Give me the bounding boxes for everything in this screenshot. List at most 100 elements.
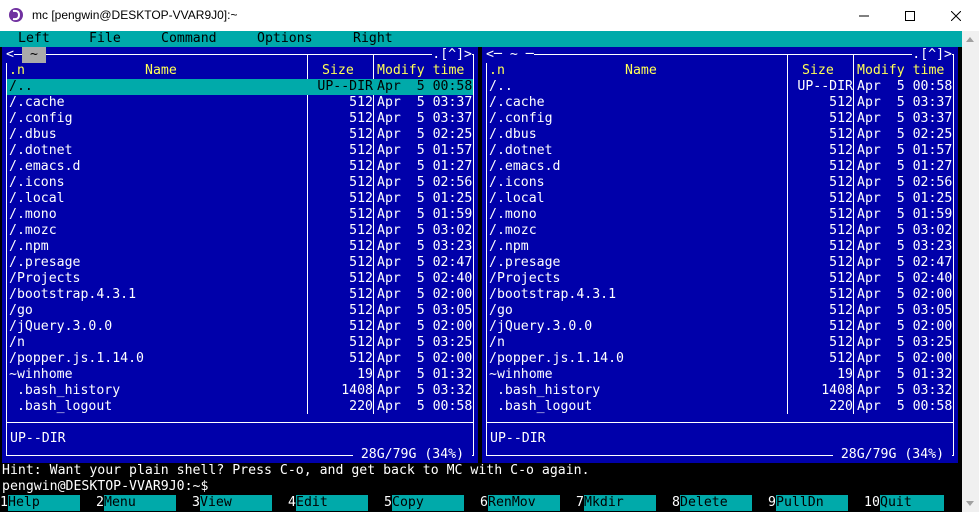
- file-row[interactable]: /.icons 512 Apr 5 02:56: [487, 175, 953, 191]
- file-name: /.mozc: [489, 223, 537, 238]
- column-modify-time[interactable]: Modify time: [857, 63, 944, 79]
- fkey-delete[interactable]: 8 Delete: [672, 495, 768, 511]
- file-row[interactable]: /.cache 512 Apr 5 03:37: [7, 95, 473, 111]
- file-name: /go: [9, 303, 33, 318]
- fkey-label: Edit: [296, 495, 368, 511]
- fkey-number: 7: [576, 495, 584, 510]
- file-row[interactable]: /.icons 512 Apr 5 02:56: [7, 175, 473, 191]
- panel-path-label[interactable]: <─ ~ ─: [486, 47, 534, 63]
- file-size: 512: [829, 223, 853, 238]
- file-row[interactable]: /jQuery.3.0.0 512 Apr 5 02:00: [7, 319, 473, 335]
- file-row[interactable]: /.mozc 512 Apr 5 03:02: [487, 223, 953, 239]
- file-row[interactable]: /go 512 Apr 5 03:05: [487, 303, 953, 319]
- file-row[interactable]: /.npm 512 Apr 5 03:23: [7, 239, 473, 255]
- file-row[interactable]: /.mono 512 Apr 5 01:59: [487, 207, 953, 223]
- file-row[interactable]: /.config 512 Apr 5 03:37: [487, 111, 953, 127]
- file-row[interactable]: ~winhome 19 Apr 5 01:32: [7, 367, 473, 383]
- file-row[interactable]: /.dbus 512 Apr 5 02:25: [7, 127, 473, 143]
- file-row[interactable]: /.. UP--DIR Apr 5 00:58: [487, 79, 953, 95]
- file-row[interactable]: /go 512 Apr 5 03:05: [7, 303, 473, 319]
- maximize-button[interactable]: [887, 0, 933, 31]
- file-size: 512: [349, 127, 373, 142]
- file-size: 512: [829, 255, 853, 270]
- menu-left[interactable]: Left: [18, 31, 50, 47]
- file-mtime: Apr 5 01:25: [377, 191, 473, 206]
- file-mtime: Apr 5 00:58: [857, 399, 953, 414]
- fkey-quit[interactable]: 10 Quit: [864, 495, 960, 511]
- fkey-mkdir[interactable]: 7 Mkdir: [576, 495, 672, 511]
- file-row[interactable]: /.presage 512 Apr 5 02:47: [487, 255, 953, 271]
- file-row[interactable]: /.dbus 512 Apr 5 02:25: [487, 127, 953, 143]
- column-size[interactable]: Size: [322, 63, 354, 79]
- fkey-menu[interactable]: 2 Menu: [96, 495, 192, 511]
- file-row[interactable]: /.dotnet 512 Apr 5 01:57: [7, 143, 473, 159]
- file-row[interactable]: /.emacs.d 512 Apr 5 01:27: [487, 159, 953, 175]
- menu-command[interactable]: Command: [161, 31, 217, 47]
- file-row[interactable]: .bash_history 1408 Apr 5 03:32: [7, 383, 473, 399]
- file-row[interactable]: /.local 512 Apr 5 01:25: [7, 191, 473, 207]
- fkey-label: Menu: [104, 495, 176, 511]
- file-mtime: Apr 5 03:37: [857, 95, 953, 110]
- file-row[interactable]: /.cache 512 Apr 5 03:37: [487, 95, 953, 111]
- file-row[interactable]: /bootstrap.4.3.1 512 Apr 5 02:00: [7, 287, 473, 303]
- fkey-help[interactable]: 1 Help: [0, 495, 96, 511]
- panel-corner-buttons[interactable]: .[^]>: [912, 47, 952, 63]
- left-panel[interactable]: < ~ .[^]> .n Name Size Modify time /.. UP…: [2, 47, 478, 463]
- file-size: 220: [829, 399, 853, 414]
- fkey-label: RenMov: [488, 495, 560, 511]
- sort-indicator[interactable]: .n: [9, 63, 25, 79]
- file-mtime: Apr 5 02:00: [377, 319, 473, 334]
- column-name[interactable]: Name: [625, 63, 657, 79]
- panel-corner-buttons[interactable]: .[^]>: [432, 47, 472, 63]
- menu-file[interactable]: File: [89, 31, 121, 47]
- file-row[interactable]: .bash_history 1408 Apr 5 03:32: [487, 383, 953, 399]
- file-row[interactable]: /popper.js.1.14.0 512 Apr 5 02:00: [7, 351, 473, 367]
- terminal[interactable]: Left File Command Options Right < ~ .[^]…: [0, 31, 962, 512]
- file-row[interactable]: /Projects 512 Apr 5 02:40: [7, 271, 473, 287]
- file-row[interactable]: /.local 512 Apr 5 01:25: [487, 191, 953, 207]
- panel-path-tab[interactable]: ~: [22, 47, 46, 63]
- file-row[interactable]: /bootstrap.4.3.1 512 Apr 5 02:00: [487, 287, 953, 303]
- fkey-copy[interactable]: 5 Copy: [384, 495, 480, 511]
- file-row[interactable]: .bash_logout 220 Apr 5 00:58: [487, 399, 953, 415]
- fkey-view[interactable]: 3 View: [192, 495, 288, 511]
- file-row[interactable]: /jQuery.3.0.0 512 Apr 5 02:00: [487, 319, 953, 335]
- shell-prompt[interactable]: pengwin@DESKTOP-VVAR9J0:~$: [2, 479, 208, 495]
- fkey-pulldn[interactable]: 9 PullDn: [768, 495, 864, 511]
- file-row[interactable]: /.dotnet 512 Apr 5 01:57: [487, 143, 953, 159]
- scrollbar[interactable]: [962, 31, 979, 512]
- file-row[interactable]: /.emacs.d 512 Apr 5 01:27: [7, 159, 473, 175]
- file-size: 19: [837, 367, 853, 382]
- file-row[interactable]: ~winhome 19 Apr 5 01:32: [487, 367, 953, 383]
- file-size: 512: [349, 303, 373, 318]
- column-size[interactable]: Size: [802, 63, 834, 79]
- sort-indicator[interactable]: .n: [489, 63, 505, 79]
- file-row[interactable]: /.config 512 Apr 5 03:37: [7, 111, 473, 127]
- file-row[interactable]: /.npm 512 Apr 5 03:23: [487, 239, 953, 255]
- file-name: /..: [489, 79, 513, 94]
- file-row[interactable]: /n 512 Apr 5 03:25: [7, 335, 473, 351]
- file-row[interactable]: /.mono 512 Apr 5 01:59: [7, 207, 473, 223]
- file-row[interactable]: /Projects 512 Apr 5 02:40: [487, 271, 953, 287]
- close-button[interactable]: [933, 0, 979, 31]
- fkey-renmov[interactable]: 6 RenMov: [480, 495, 576, 511]
- file-size: 19: [357, 367, 373, 382]
- file-row[interactable]: .bash_logout 220 Apr 5 00:58: [7, 399, 473, 415]
- file-row[interactable]: /n 512 Apr 5 03:25: [487, 335, 953, 351]
- scroll-up-arrow[interactable]: [966, 37, 974, 42]
- file-row[interactable]: /.presage 512 Apr 5 02:47: [7, 255, 473, 271]
- file-row[interactable]: /.mozc 512 Apr 5 03:02: [7, 223, 473, 239]
- disk-usage: 28G/79G (34%): [352, 447, 472, 463]
- file-row[interactable]: /.. UP--DIR Apr 5 00:58: [7, 79, 473, 95]
- file-mtime: Apr 5 01:27: [377, 159, 473, 174]
- fkey-edit[interactable]: 4 Edit: [288, 495, 384, 511]
- column-modify-time[interactable]: Modify time: [377, 63, 464, 79]
- column-name[interactable]: Name: [145, 63, 177, 79]
- menu-options[interactable]: Options: [257, 31, 313, 47]
- file-name: /jQuery.3.0.0: [489, 319, 593, 334]
- scroll-down-arrow[interactable]: [966, 501, 974, 506]
- file-row[interactable]: /popper.js.1.14.0 512 Apr 5 02:00: [487, 351, 953, 367]
- right-panel[interactable]: <─ ~ ─ .[^]> .n Name Size Modify time /.…: [482, 47, 958, 463]
- menu-right[interactable]: Right: [353, 31, 393, 47]
- minimize-button[interactable]: [841, 0, 887, 31]
